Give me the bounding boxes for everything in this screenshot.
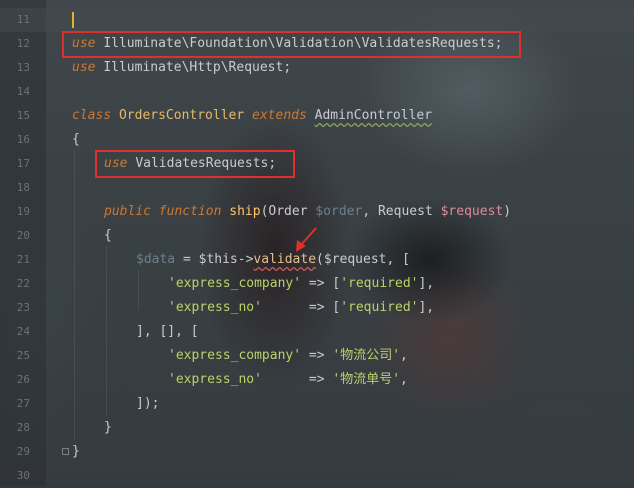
code-line-30[interactable]: 30	[0, 464, 634, 488]
method-signature: public function ship(Order $order, Reque…	[104, 204, 512, 219]
line-number: 23	[16, 301, 30, 314]
line-number: 30	[16, 469, 30, 482]
line-number: 26	[16, 373, 30, 386]
line-number: 19	[16, 205, 30, 218]
class-brace-open: {	[72, 132, 80, 147]
code-line-27[interactable]: 27 ]);	[0, 392, 634, 416]
highlight-box-use-trait	[95, 150, 295, 178]
use-statement-request: use Illuminate\Http\Request;	[72, 60, 292, 75]
code-line-22[interactable]: 22 'express_company' => ['required'],	[0, 272, 634, 296]
highlight-box-use-statement	[62, 31, 521, 58]
class-declaration: class OrdersController extends AdminCont…	[72, 108, 433, 123]
line-number: 22	[16, 277, 30, 290]
line-number: 29	[16, 445, 30, 458]
code-line-20[interactable]: 20 {	[0, 224, 634, 248]
line-number: 12	[16, 37, 30, 50]
code-line-16[interactable]: 16 {	[0, 128, 634, 152]
code-line-15[interactable]: 15 class OrdersController extends AdminC…	[0, 104, 634, 128]
line-number: 25	[16, 349, 30, 362]
code-line-11[interactable]: 11	[0, 8, 634, 32]
line-number: 24	[16, 325, 30, 338]
line-number: 17	[16, 157, 30, 170]
line-number: 16	[16, 133, 30, 146]
line-number: 14	[16, 85, 30, 98]
attr-express-company: 'express_company' => '物流公司',	[168, 348, 408, 363]
line-number: 18	[16, 181, 30, 194]
validate-call-close: ]);	[136, 396, 160, 411]
code-line-18[interactable]: 18	[0, 176, 634, 200]
code-line-13[interactable]: 13 use Illuminate\Http\Request;	[0, 56, 634, 80]
attr-express-no: 'express_no' => '物流单号',	[168, 372, 408, 387]
line-number: 20	[16, 229, 30, 242]
code-line-25[interactable]: 25 'express_company' => '物流公司',	[0, 344, 634, 368]
line-number: 13	[16, 61, 30, 74]
code-line-26[interactable]: 26 'express_no' => '物流单号',	[0, 368, 634, 392]
line-number: 28	[16, 421, 30, 434]
line-number: 21	[16, 253, 30, 266]
validate-call: $data = $this->validate($request, [	[136, 252, 410, 267]
code-line-14[interactable]: 14	[0, 80, 634, 104]
class-brace-close: }	[72, 444, 80, 459]
rule-express-company: 'express_company' => ['required'],	[168, 276, 435, 291]
code-line-29[interactable]: 29 }	[0, 440, 634, 464]
code-line-19[interactable]: 19 public function ship(Order $order, Re…	[0, 200, 634, 224]
text-cursor	[72, 12, 74, 28]
method-brace-open: {	[104, 228, 112, 243]
array-separator: ], [], [	[136, 324, 199, 339]
line-number: 27	[16, 397, 30, 410]
fold-marker-icon[interactable]	[62, 448, 69, 455]
rule-express-no: 'express_no' => ['required'],	[168, 300, 435, 315]
method-brace-close: }	[104, 420, 112, 435]
code-line-21[interactable]: 21 $data = $this->validate($request, [	[0, 248, 634, 272]
code-line-23[interactable]: 23 'express_no' => ['required'],	[0, 296, 634, 320]
code-line-28[interactable]: 28 }	[0, 416, 634, 440]
line-number: 15	[16, 109, 30, 122]
code-line-24[interactable]: 24 ], [], [	[0, 320, 634, 344]
line-number: 11	[16, 13, 30, 26]
